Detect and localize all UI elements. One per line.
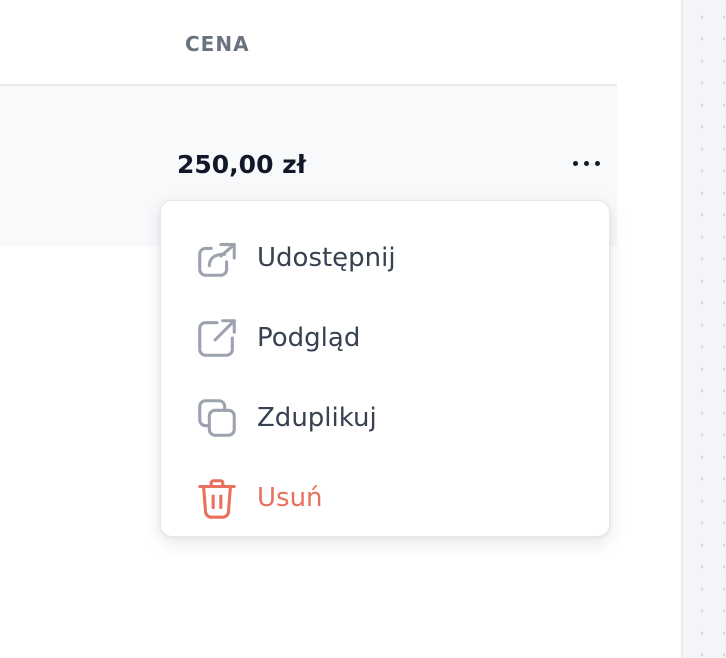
side-panel [681,0,726,658]
menu-item-label: Zduplikuj [257,403,377,433]
menu-item-share[interactable]: Udostępnij [161,209,609,289]
menu-item-label: Podgląd [257,323,361,353]
more-actions-button[interactable] [565,148,607,178]
trash-icon [194,475,240,521]
more-horizontal-icon [572,160,578,166]
menu-item-preview[interactable]: Podgląd [161,289,609,369]
menu-item-label: Udostępnij [257,243,396,273]
price-cell: 250,00 zł [177,150,307,179]
menu-item-label: Usuń [257,483,323,513]
share-icon [194,235,240,281]
row-actions-menu: Udostępnij Podgląd Zduplikuj Usuń [160,200,610,537]
external-link-icon [194,315,240,361]
copy-icon [194,395,240,441]
more-horizontal-icon-dot [594,160,600,166]
more-horizontal-icon-dot [583,160,589,166]
table-header: CENA [0,0,617,86]
menu-item-delete[interactable]: Usuń [161,449,609,529]
menu-item-duplicate[interactable]: Zduplikuj [161,369,609,449]
column-header-price[interactable]: CENA [185,32,250,56]
